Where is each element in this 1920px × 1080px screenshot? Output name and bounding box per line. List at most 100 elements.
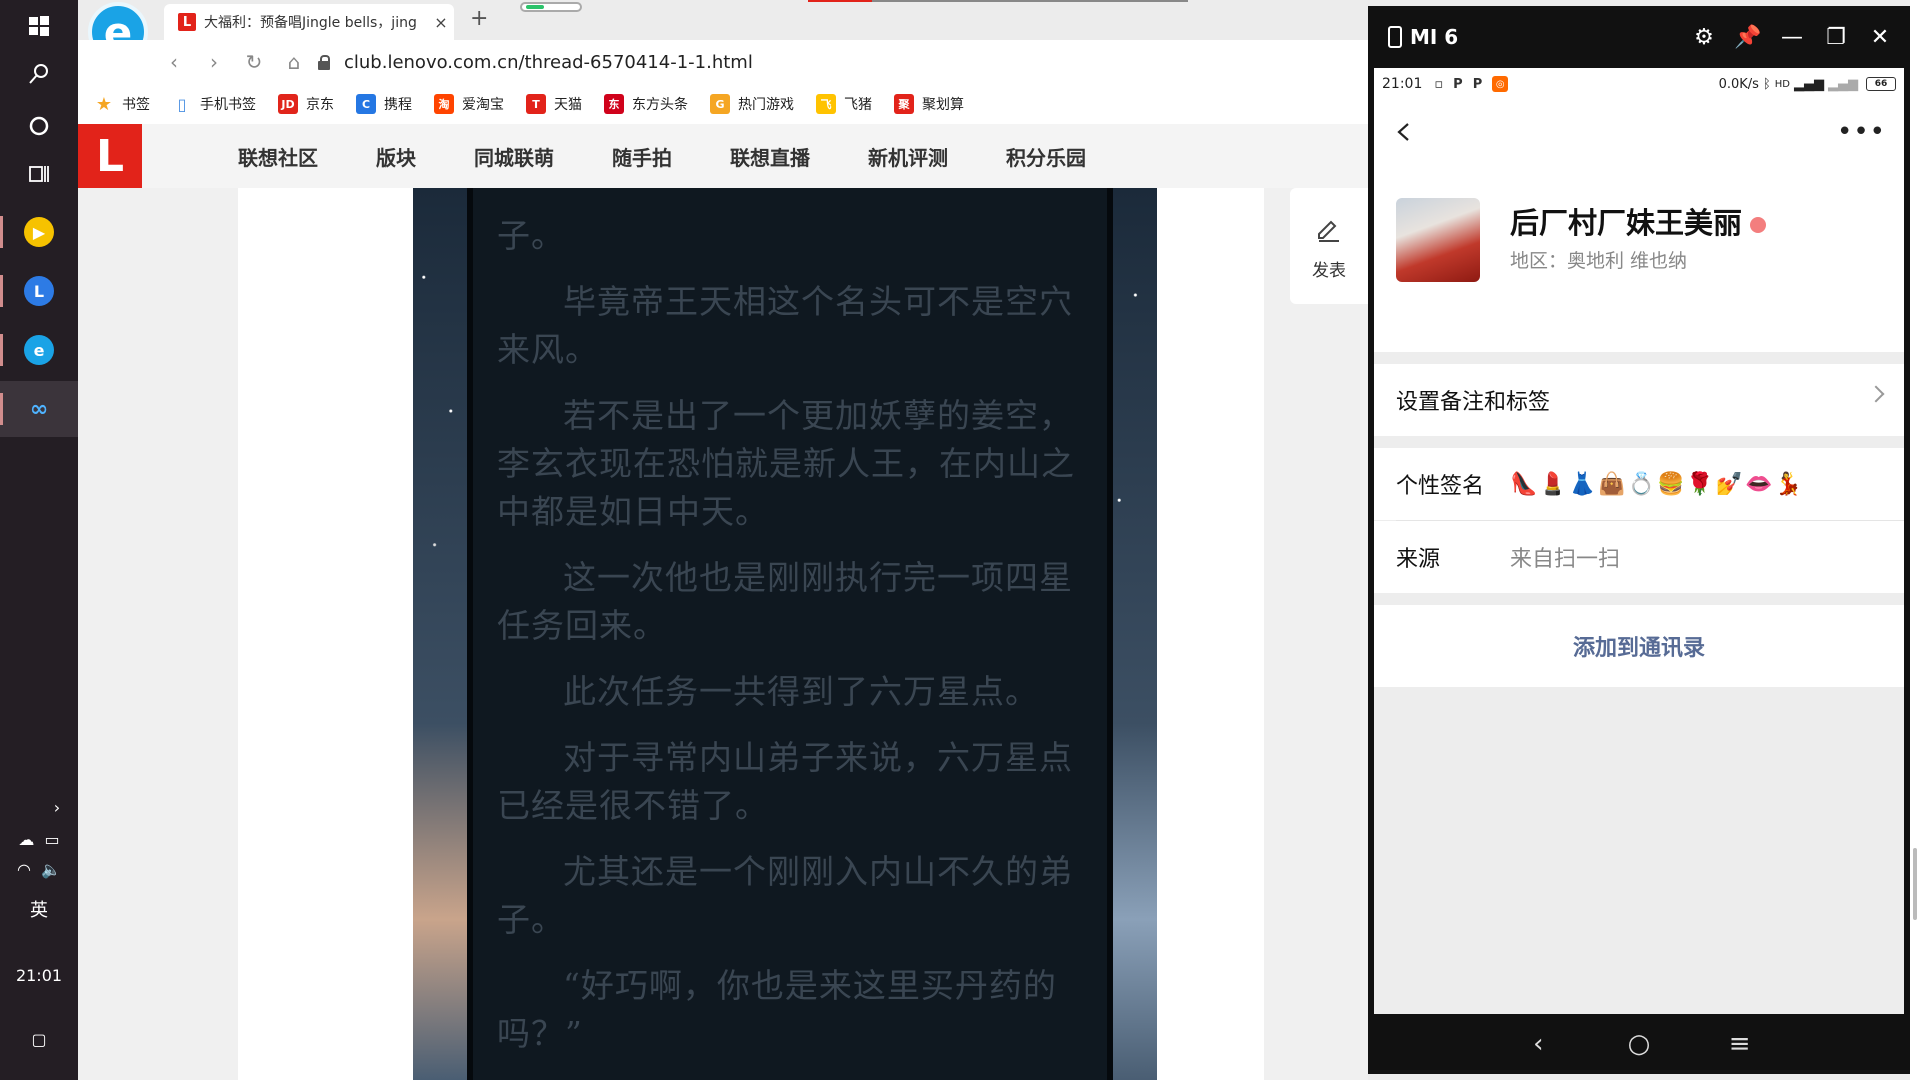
close-icon: ✕	[1870, 24, 1890, 50]
windows-taskbar: ▶ L e ∞ › ☁ ▭ ◠ 🔈 英 21:01 ▢	[0, 0, 78, 1080]
cortana-icon	[29, 116, 49, 136]
taskbar-app-browser[interactable]: e	[0, 322, 78, 378]
minimize-button[interactable]: —	[1770, 15, 1814, 59]
taskbar-app-lenovo[interactable]: L	[0, 263, 78, 319]
phone-status-bar: 21:01 ▫ P P ◎ 0.0K/s ᛒ HD ▂▄▆ ▂▄▆ 66	[1374, 68, 1904, 100]
site-nav-link[interactable]: 随手拍	[612, 142, 672, 171]
network-speed: 0.0K/s	[1718, 76, 1759, 92]
nickname-text: 后厂村厂妹王美丽	[1510, 206, 1743, 240]
input-language[interactable]: 英	[0, 896, 78, 922]
novel-paragraph: 若不是出了一个更加妖孽的姜空，李玄衣现在恐怕就是新人王，在内山之中都是如日中天。	[497, 396, 1075, 531]
phone-screen: 21:01 ▫ P P ◎ 0.0K/s ᛒ HD ▂▄▆ ▂▄▆ 66 •••…	[1374, 68, 1904, 1014]
bookmark-item[interactable]: G 热门游戏	[710, 94, 794, 114]
signal-icon-2: ▂▄▆	[1828, 76, 1858, 92]
novel-paragraph: 毕竟帝王天相这个名头可不是空穴来风。	[497, 282, 1073, 369]
phone-window-titlebar: MI 6 ⚙ 📌 — ❐ ✕	[1368, 6, 1910, 68]
task-view-button[interactable]	[0, 148, 78, 200]
bookmark-label: 热门游戏	[738, 97, 794, 113]
bookmark-item[interactable]: C 携程	[356, 94, 412, 114]
page-progress-line	[808, 0, 1188, 2]
site-nav-link[interactable]: 同城联萌	[474, 142, 554, 171]
profile-region: 地区：奥地利 维也纳	[1510, 250, 1688, 272]
site-nav-link[interactable]: 版块	[376, 142, 416, 171]
taskbar-app-phone-mirror[interactable]: ∞	[0, 381, 78, 437]
battery-tray-icon[interactable]: ▭	[45, 830, 60, 849]
bookmark-item[interactable]: ▯ 手机书签	[172, 94, 256, 114]
tab-bar: e L 大福利：预备唱Jingle bells，jing × +	[78, 0, 1368, 62]
cortana-button[interactable]	[0, 100, 78, 152]
home-button[interactable]: ⌂	[274, 42, 314, 82]
bookmark-item[interactable]: 聚聚划算	[894, 94, 964, 114]
site-nav-link[interactable]: 新机评测	[868, 142, 948, 171]
bookmark-item[interactable]: T 天猫	[526, 94, 582, 114]
site-nav-link[interactable]: 联想直播	[730, 142, 810, 171]
post-button[interactable]: 发表	[1290, 188, 1368, 304]
signal-notify-icon: ▫	[1434, 76, 1444, 92]
nav-home-button[interactable]: ○	[1624, 1029, 1654, 1059]
forward-button[interactable]: ›	[194, 42, 234, 82]
reload-button[interactable]: ↻	[234, 42, 274, 82]
nav-home-icon: ○	[1627, 1029, 1651, 1059]
bookmark-label: 天猫	[554, 97, 582, 113]
ctrip-icon: C	[356, 94, 376, 114]
novel-paragraph: 此次任务一共得到了六万星点。	[563, 672, 1039, 711]
cloud-icon[interactable]: ☁	[18, 830, 34, 849]
status-notification-icons: ▫ P P ◎	[1434, 76, 1518, 92]
profile-header: ••• 后厂村厂妹王美丽 地区：奥地利 维也纳	[1374, 100, 1904, 352]
add-to-contacts-button[interactable]: 添加到通讯录	[1374, 605, 1904, 687]
search-button[interactable]	[0, 48, 78, 100]
start-button[interactable]	[0, 0, 78, 52]
bookmark-label: 手机书签	[200, 97, 256, 113]
new-tab-button[interactable]: +	[470, 6, 488, 31]
clock[interactable]: 21:01	[0, 966, 78, 985]
site-nav-link[interactable]: 联想社区	[238, 142, 318, 171]
lenovo-logo[interactable]: L	[78, 124, 142, 188]
lenovo-app-icon: L	[24, 276, 54, 306]
star-icon: ★	[95, 93, 113, 115]
back-button[interactable]: ‹	[154, 42, 194, 82]
action-center-button[interactable]: ▢	[0, 1030, 78, 1049]
signal-icon: ▂▄▆	[1794, 76, 1824, 92]
nav-menu-button[interactable]: ≡	[1725, 1029, 1755, 1059]
back-arrow-icon: ‹	[170, 50, 178, 74]
volume-icon[interactable]: 🔈	[41, 860, 61, 879]
notification-icon: ▢	[31, 1030, 47, 1049]
profile-nickname: 后厂村厂妹王美丽	[1510, 200, 1767, 242]
back-icon[interactable]	[1394, 122, 1414, 142]
bluetooth-icon: ᛒ	[1762, 76, 1771, 92]
phone-bookmark-icon: ▯	[177, 94, 187, 114]
site-nav-link[interactable]: 积分乐园	[1006, 142, 1086, 171]
settings-button[interactable]: ⚙	[1682, 15, 1726, 59]
task-view-icon	[29, 166, 49, 182]
pin-button[interactable]: 📌	[1726, 15, 1770, 59]
taskbar-app-player[interactable]: ▶	[0, 204, 78, 260]
device-name: MI 6	[1410, 25, 1459, 49]
page-content: 子。 毕竟帝王天相这个名头可不是空穴来风。 若不是出了一个更加妖孽的姜空，李玄衣现在…	[78, 188, 1368, 1080]
bookmark-item[interactable]: 淘爱淘宝	[434, 94, 504, 114]
address-bar[interactable]: club.lenovo.com.cn/thread-6570414-1-1.ht…	[318, 44, 1348, 80]
avatar[interactable]	[1396, 198, 1480, 282]
source-label: 来源	[1396, 547, 1441, 572]
bookmark-item[interactable]: JD 京东	[278, 94, 334, 114]
game-icon: G	[710, 94, 730, 114]
tab-title: 大福利：预备唱Jingle bells，jing	[204, 15, 417, 31]
more-icon[interactable]: •••	[1837, 119, 1886, 145]
article-screenshot: 子。 毕竟帝王天相这个名头可不是空穴来风。 若不是出了一个更加妖孽的姜空，李玄衣现在…	[413, 188, 1157, 1080]
remark-tags-row[interactable]: 设置备注和标签	[1374, 364, 1904, 436]
bookmark-item[interactable]: 飞飞猪	[816, 94, 872, 114]
media-player-icon: ▶	[24, 217, 54, 247]
tab-active[interactable]: L 大福利：预备唱Jingle bells，jing ×	[164, 4, 454, 40]
remark-tags-label: 设置备注和标签	[1396, 390, 1551, 415]
maximize-button[interactable]: ❐	[1814, 15, 1858, 59]
fliggy-icon: 飞	[816, 94, 836, 114]
wifi-icon[interactable]: ◠	[17, 860, 31, 879]
novel-paragraph: “好巧啊，你也是来这里买丹药的吗？”	[497, 966, 1057, 1053]
nav-back-button[interactable]: ‹	[1523, 1029, 1553, 1059]
close-button[interactable]: ✕	[1858, 15, 1902, 59]
tab-close-icon[interactable]: ×	[428, 13, 454, 32]
lenovo-favicon-icon: L	[178, 13, 196, 31]
desktop-scrollbar[interactable]	[1910, 0, 1920, 1080]
bookmark-item[interactable]: 东东方头条	[604, 94, 688, 114]
bookmark-item[interactable]: ★ 书签	[94, 93, 150, 115]
